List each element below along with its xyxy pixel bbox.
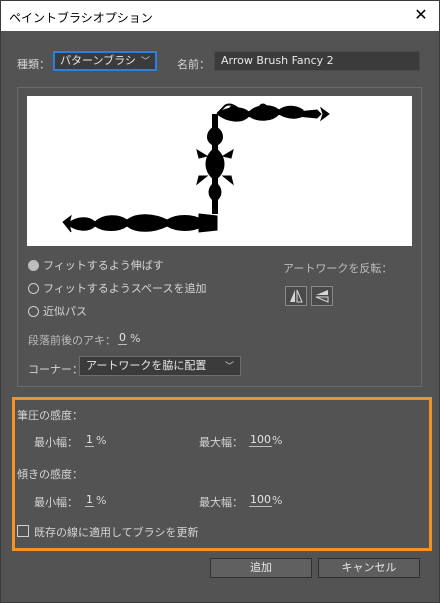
fit-stretch-label: フィットするよう伸ばす <box>43 259 164 272</box>
name-label: 名前： <box>177 58 210 71</box>
update-strokes-label: 既存の線に適用してブラシを更新 <box>34 526 199 539</box>
pressure-max-value[interactable]: 100 <box>249 434 272 447</box>
type-label: 種類： <box>17 58 50 71</box>
title-bar: ペイントブラシオプション ✕ <box>1 1 439 31</box>
flip-across-button[interactable] <box>311 286 333 306</box>
ornament-preview-graphic <box>62 103 330 233</box>
corner-select[interactable]: アートワークを脇に配置 ﹀ <box>79 356 241 376</box>
radio-fit-add-space[interactable] <box>28 282 39 294</box>
flip-artwork-label: アートワークを反転： <box>283 262 393 275</box>
type-select[interactable]: パターンブラシ ﹀ <box>53 51 157 71</box>
pressure-min-unit: % <box>96 434 107 447</box>
radio-approximate-path[interactable] <box>28 305 39 317</box>
cancel-button[interactable]: キャンセル <box>318 558 420 578</box>
tilt-label: 傾きの感度： <box>17 468 83 481</box>
tilt-min-unit: % <box>96 494 107 507</box>
add-button[interactable]: 追加 <box>210 558 312 578</box>
dialog-title: ペイントブラシオプション <box>9 11 153 25</box>
approximate-path-option[interactable]: 近似パス <box>28 303 87 319</box>
update-strokes-checkbox[interactable] <box>17 525 29 537</box>
chevron-down-icon: ﹀ <box>224 362 234 372</box>
spacing-unit: % <box>130 332 141 345</box>
type-select-value: パターンブラシ <box>60 54 136 67</box>
spacing-value[interactable]: 0 <box>118 332 127 345</box>
fit-stretch-option[interactable]: フィットするよう伸ばす <box>28 257 164 273</box>
tilt-max-value[interactable]: 100 <box>249 494 272 507</box>
tilt-min-label: 最小幅： <box>34 496 78 509</box>
chevron-down-icon: ﹀ <box>140 57 150 67</box>
corner-label: コーナー： <box>28 363 83 376</box>
pressure-label: 筆圧の感度： <box>17 409 83 422</box>
tilt-min-value[interactable]: 1 <box>85 494 94 507</box>
radio-fit-stretch[interactable] <box>28 259 39 271</box>
tilt-max-label: 最大幅： <box>199 496 243 509</box>
name-input[interactable]: Arrow Brush Fancy 2 <box>214 51 420 71</box>
tilt-max-unit: % <box>272 494 283 507</box>
fit-add-space-option[interactable]: フィットするようスペースを追加 <box>28 280 206 296</box>
corner-select-value: アートワークを脇に配置 <box>86 359 207 372</box>
pressure-max-unit: % <box>272 434 283 447</box>
paint-brush-options-dialog: ペイントブラシオプション ✕ 種類： パターンブラシ ﹀ 名前： Arrow B… <box>0 0 440 603</box>
fit-add-space-label: フィットするようスペースを追加 <box>43 282 207 295</box>
approximate-path-label: 近似パス <box>43 305 87 318</box>
pressure-min-label: 最小幅： <box>34 436 78 449</box>
spacing-label: 段落前後のアキ： <box>28 334 116 347</box>
flip-along-button[interactable] <box>285 286 307 306</box>
flip-vertical-icon <box>315 290 329 303</box>
pressure-max-label: 最大幅： <box>199 436 243 449</box>
close-icon[interactable]: ✕ <box>411 5 431 25</box>
flip-horizontal-icon <box>290 289 303 303</box>
brush-preview <box>27 96 412 246</box>
pressure-min-value[interactable]: 1 <box>85 434 94 447</box>
